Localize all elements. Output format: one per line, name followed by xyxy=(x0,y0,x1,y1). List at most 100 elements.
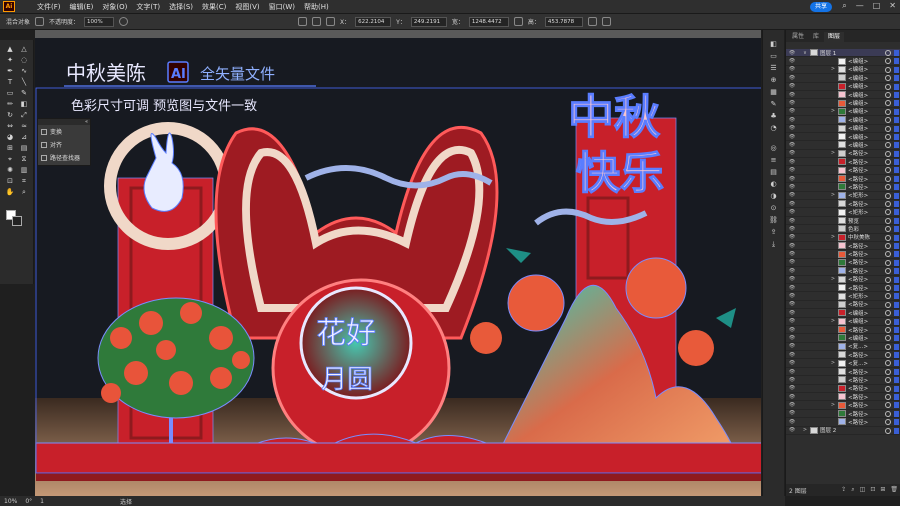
visibility-eye-icon[interactable]: 👁 xyxy=(788,251,796,257)
target-circle-icon[interactable] xyxy=(885,293,891,300)
target-circle-icon[interactable] xyxy=(885,234,891,241)
visibility-eye-icon[interactable]: 👁 xyxy=(788,100,796,106)
visibility-eye-icon[interactable]: 👁 xyxy=(788,369,796,375)
target-circle-icon[interactable] xyxy=(885,209,891,216)
locate-icon[interactable]: ⌕ xyxy=(851,486,854,494)
target-circle-icon[interactable] xyxy=(885,368,891,375)
selection-indicator[interactable] xyxy=(894,133,899,140)
target-circle-icon[interactable] xyxy=(885,360,891,367)
selection-indicator[interactable] xyxy=(894,91,899,98)
isolate-icon[interactable] xyxy=(587,17,597,26)
selection-indicator[interactable] xyxy=(894,108,899,115)
pen-tool-icon[interactable]: ✒ xyxy=(4,66,16,76)
selection-indicator[interactable] xyxy=(894,268,899,275)
shape-builder-tool-icon[interactable]: ◕ xyxy=(4,132,16,142)
visibility-eye-icon[interactable]: 👁 xyxy=(788,108,796,114)
stroke-icon[interactable]: ≡ xyxy=(768,156,779,165)
selection-indicator[interactable] xyxy=(894,284,899,291)
selection-indicator[interactable] xyxy=(894,360,899,367)
layer-sublayer-row[interactable]: 👁 <路径> xyxy=(786,300,900,310)
layer-sublayer-row[interactable]: 👁 <编组> xyxy=(786,124,900,133)
rectangle-tool-icon[interactable]: ▭ xyxy=(4,88,16,98)
artboard-tool-icon[interactable]: ⊡ xyxy=(4,176,16,186)
visibility-eye-icon[interactable]: 👁 xyxy=(788,301,796,307)
visibility-eye-icon[interactable]: 👁 xyxy=(788,50,796,56)
selection-indicator[interactable] xyxy=(894,343,899,350)
appearance-icon[interactable]: ◎ xyxy=(768,144,779,153)
tab-libraries[interactable]: 库 xyxy=(809,32,823,42)
selection-indicator[interactable] xyxy=(894,335,899,342)
artboard-number[interactable]: 1 xyxy=(40,498,44,505)
gradient-icon[interactable]: ▤ xyxy=(768,168,779,177)
export-icon[interactable]: ⇪ xyxy=(841,486,846,494)
scale-tool-icon[interactable]: ⤢ xyxy=(18,110,30,120)
layer-sublayer-row[interactable]: 👁 <路径> xyxy=(786,258,900,268)
float-item-pathfinder[interactable]: 路径查找器 xyxy=(38,151,90,164)
layer-sublayer-row[interactable]: 👁 <路径> xyxy=(786,384,900,394)
target-circle-icon[interactable] xyxy=(885,377,891,384)
tab-properties[interactable]: 属性 xyxy=(788,32,808,42)
perspective-tool-icon[interactable]: ⊿ xyxy=(18,132,30,142)
target-circle-icon[interactable] xyxy=(885,310,891,317)
transparency-icon[interactable]: ◐ xyxy=(768,180,779,189)
visibility-eye-icon[interactable]: 👁 xyxy=(788,134,796,140)
selection-indicator[interactable] xyxy=(894,234,899,241)
layer-sublayer-row[interactable]: 👁 <路径> xyxy=(786,376,900,385)
height-field[interactable]: 453.7878 xyxy=(544,16,583,27)
layer-sublayer-row[interactable]: 👁 预览 xyxy=(786,217,900,226)
target-circle-icon[interactable] xyxy=(885,201,891,208)
layer-sublayer-row[interactable]: 👁 <路径> xyxy=(786,242,900,251)
selection-indicator[interactable] xyxy=(894,184,899,191)
layer-sublayer-row[interactable]: 👁 <编组> xyxy=(786,91,900,100)
target-circle-icon[interactable] xyxy=(885,259,891,266)
close-button[interactable]: ✕ xyxy=(889,1,896,11)
layer-sublayer-row[interactable]: 👁 <编组> xyxy=(786,334,900,343)
align-icon[interactable] xyxy=(298,17,308,26)
expand-arrow-icon[interactable]: > xyxy=(830,318,836,324)
target-circle-icon[interactable] xyxy=(885,83,891,90)
layer-sublayer-row[interactable]: 👁 <路径> xyxy=(786,409,900,419)
layer-row[interactable]: 👁 > 图层 2 xyxy=(786,426,900,435)
opacity-field[interactable]: 100% xyxy=(84,16,115,27)
new-sublayer-icon[interactable]: ⊡ xyxy=(870,486,875,494)
selection-indicator[interactable] xyxy=(894,318,899,325)
visibility-eye-icon[interactable]: 👁 xyxy=(788,327,796,333)
magic-wand-tool-icon[interactable]: ✦ xyxy=(4,55,16,65)
direct-select-tool-icon[interactable]: △ xyxy=(18,44,30,54)
target-circle-icon[interactable] xyxy=(885,91,891,98)
target-circle-icon[interactable] xyxy=(885,100,891,107)
visibility-eye-icon[interactable]: 👁 xyxy=(788,218,796,224)
slice-tool-icon[interactable]: ⌗ xyxy=(18,176,30,186)
rotate-tool-icon[interactable]: ↻ xyxy=(4,110,16,120)
symbols-icon[interactable]: ♣ xyxy=(768,112,779,121)
target-circle-icon[interactable] xyxy=(885,184,891,191)
width-field[interactable]: 1248.4472 xyxy=(468,16,509,27)
menu-item-7[interactable]: 窗口(W) xyxy=(269,2,295,12)
visibility-eye-icon[interactable]: 👁 xyxy=(788,234,796,240)
layer-sublayer-row[interactable]: 👁 <编组> xyxy=(786,141,900,150)
eraser-tool-icon[interactable]: ◧ xyxy=(18,99,30,109)
layer-sublayer-row[interactable]: 👁 <矩形> xyxy=(786,208,900,217)
target-circle-icon[interactable] xyxy=(885,352,891,359)
selection-indicator[interactable] xyxy=(894,251,899,258)
layer-sublayer-row[interactable]: 👁 <编组> xyxy=(786,57,900,66)
target-circle-icon[interactable] xyxy=(885,268,891,275)
target-circle-icon[interactable] xyxy=(885,226,891,233)
visibility-eye-icon[interactable]: 👁 xyxy=(788,142,796,148)
visibility-eye-icon[interactable]: 👁 xyxy=(788,377,796,383)
selection-indicator[interactable] xyxy=(894,326,899,333)
selection-indicator[interactable] xyxy=(894,125,899,132)
expand-arrow-icon[interactable]: > xyxy=(830,66,836,72)
selection-indicator[interactable] xyxy=(894,142,899,149)
layer-sublayer-row[interactable]: 👁 > 中秋美陈 xyxy=(786,233,900,242)
layer-sublayer-row[interactable]: 👁 <路径> xyxy=(786,267,900,276)
brushes-icon[interactable]: ✎ xyxy=(768,100,779,109)
visibility-eye-icon[interactable]: 👁 xyxy=(788,75,796,81)
visibility-eye-icon[interactable]: 👁 xyxy=(788,410,796,416)
visibility-eye-icon[interactable]: 👁 xyxy=(788,276,796,282)
rotation-value[interactable]: 0° xyxy=(25,498,32,505)
layer-sublayer-row[interactable]: 👁 <编组> xyxy=(786,116,900,125)
target-circle-icon[interactable] xyxy=(885,251,891,258)
layer-sublayer-row[interactable]: 👁 <路径> xyxy=(786,183,900,192)
visibility-eye-icon[interactable]: 👁 xyxy=(788,268,796,274)
